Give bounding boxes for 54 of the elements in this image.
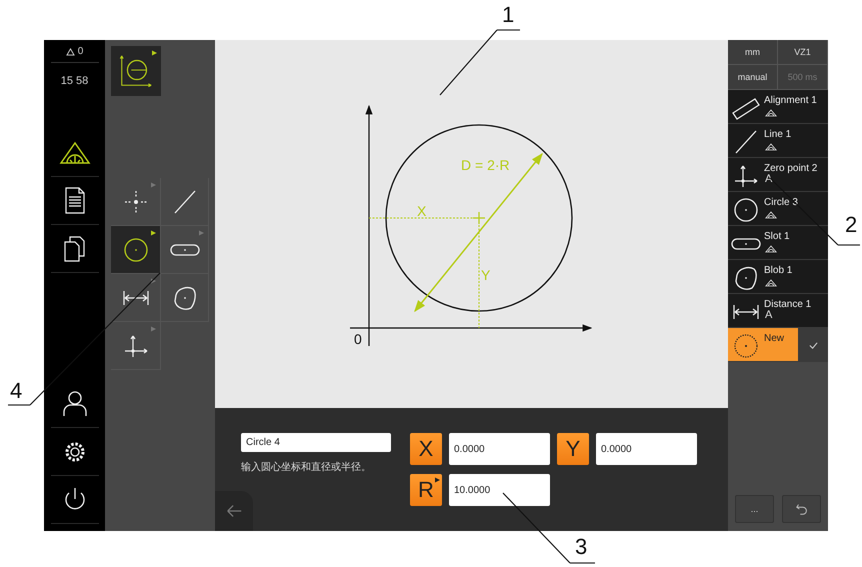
distance-tool-button[interactable]	[111, 274, 161, 322]
origin-label: 0	[354, 331, 362, 347]
hint-text: 输入圆心坐标和直径或半径。	[241, 460, 372, 474]
feature-item[interactable]: Line 1	[728, 124, 828, 158]
warning-icon	[66, 48, 75, 56]
circle-tool-button[interactable]	[111, 226, 161, 274]
submenu-arrow-icon	[152, 50, 157, 56]
feature-item[interactable]: Slot 1	[728, 226, 828, 260]
axis-button[interactable]: R	[410, 474, 442, 506]
feature-item[interactable]: Zero point 2 A	[728, 158, 828, 192]
y-label: Y	[481, 267, 490, 283]
x-label: X	[417, 203, 426, 219]
submenu-arrow-icon	[151, 182, 156, 188]
status-letter: A	[765, 310, 772, 321]
tolerance-icon	[765, 279, 777, 287]
callout-number: 2	[845, 214, 858, 236]
callout-number: 4	[10, 380, 22, 402]
callout-number: 3	[575, 536, 588, 558]
submenu-arrow-icon	[151, 278, 156, 284]
zero-point-tool-button[interactable]	[111, 322, 161, 370]
clock-time: 15 58	[60, 75, 88, 87]
value-field[interactable]: 10.0000	[449, 474, 550, 506]
feature-item[interactable]: Distance 1 A	[728, 294, 828, 328]
center-mark	[472, 211, 486, 225]
more-button[interactable]: ...	[735, 495, 774, 523]
callout-number: 1	[502, 4, 514, 26]
tolerance-icon	[765, 245, 777, 253]
unit-label[interactable]: mm	[728, 40, 778, 65]
axis-button[interactable]: X	[410, 433, 442, 465]
undo-button[interactable]	[782, 495, 821, 523]
slot-tool-button[interactable]	[161, 226, 209, 274]
check-icon	[808, 340, 818, 350]
tolerance-icon	[765, 143, 777, 151]
submenu-arrow-icon	[199, 230, 204, 236]
warning-count: 0	[50, 40, 98, 63]
tolerance-icon	[765, 211, 777, 219]
undo-icon	[794, 502, 808, 516]
submenu-arrow-icon	[151, 326, 156, 332]
feature-item[interactable]: Circle 3	[728, 192, 828, 226]
axis-button[interactable]: Y	[557, 433, 589, 465]
submenu-arrow-icon	[435, 477, 440, 483]
value-field[interactable]: 0.0000	[596, 433, 697, 465]
feature-item[interactable]: Blob 1	[728, 260, 828, 294]
status-letter: A	[765, 174, 772, 185]
value-field[interactable]: 0.0000	[449, 433, 550, 465]
name-field[interactable]: Circle 4	[241, 433, 391, 452]
feature-item[interactable]: New	[728, 328, 798, 362]
submenu-arrow-icon	[151, 230, 156, 236]
zoom-label[interactable]: VZ1	[778, 40, 828, 65]
blob-tool-button[interactable]	[161, 274, 209, 322]
feature-item[interactable]: Alignment 1	[728, 90, 828, 124]
tolerance-icon	[765, 109, 777, 117]
geometry-tool-button[interactable]	[111, 46, 161, 96]
diameter-label: D = 2·R	[461, 157, 510, 173]
